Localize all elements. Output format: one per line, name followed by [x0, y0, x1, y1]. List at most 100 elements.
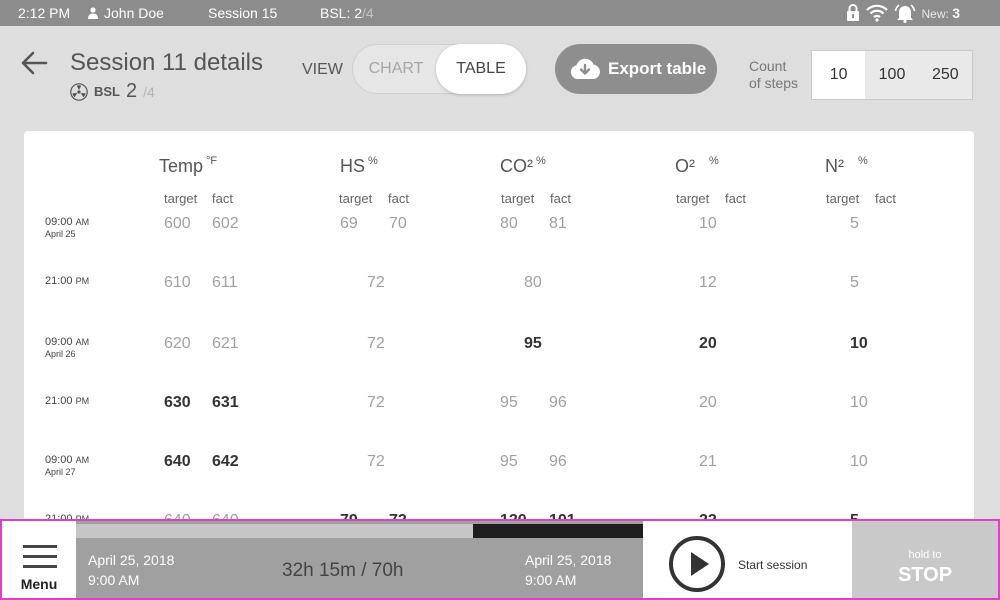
status-user: John Doe — [88, 5, 164, 21]
play-icon — [669, 536, 725, 592]
status-icons: New: 3 — [846, 3, 960, 23]
temp-target-label: target — [164, 191, 198, 206]
n2-cell: 10 — [850, 394, 868, 411]
row-date: April 27 — [45, 467, 76, 477]
column-temp-unit: °F — [206, 155, 218, 167]
hold-label: hold to — [908, 549, 942, 561]
page-title: Session 11 details — [70, 49, 264, 76]
co2-fact-cell: 81 — [549, 215, 567, 232]
n2-cell: 10 — [850, 335, 868, 352]
column-o2-name: O² — [675, 156, 695, 176]
temp-target-cell: 630 — [164, 394, 191, 411]
view-toggle[interactable]: CHART TABLE — [352, 44, 526, 94]
hs-fact-label: fact — [388, 191, 409, 206]
lock-icon — [846, 4, 859, 21]
row-time: 09:00 AM April 25 — [45, 216, 89, 239]
column-temp: Temp °F — [159, 155, 217, 177]
menu-label: Menu — [20, 576, 58, 592]
hs-cell: 72 — [367, 394, 385, 411]
o2-cell: 21 — [699, 453, 717, 470]
count-steps-selector[interactable]: 10 100 250 — [811, 50, 973, 100]
hs-cell: 72 — [367, 453, 385, 470]
hold-to-stop-button[interactable]: hold to STOP — [852, 521, 998, 598]
new-label: New: — [921, 7, 949, 21]
hs-cell: 72 — [367, 274, 385, 291]
hs-target-cell: 69 — [340, 215, 358, 232]
hs-target-label: target — [339, 191, 373, 206]
column-co2-name: CO² — [500, 156, 533, 176]
bsl-value: 2 — [126, 80, 138, 102]
column-n2: N²% — [825, 155, 868, 177]
cloud-download-icon — [570, 58, 600, 79]
o2-cell: 10 — [699, 215, 717, 232]
o2-cell: 12 — [699, 274, 717, 291]
status-bsl: BSL: 2/4 — [320, 5, 374, 21]
column-hs-name: HS — [340, 156, 366, 176]
row-time-ampm: PM — [75, 276, 90, 286]
view-label: VIEW — [302, 61, 343, 78]
status-time: 2:12 PM — [18, 5, 71, 21]
menu-button[interactable]: Menu — [2, 521, 76, 598]
row-time: 09:00 AM April 26 — [45, 336, 89, 359]
co2-cell: 95 — [524, 335, 542, 352]
co2-target-cell: 95 — [500, 394, 518, 411]
session-timeline[interactable]: April 25, 2018 9:00 AM 32h 15m / 70h Apri… — [76, 521, 643, 598]
view-table-button[interactable]: TABLE — [436, 44, 526, 94]
timeline-end: April 25, 2018 9:00 AM — [525, 550, 611, 590]
count-option-100[interactable]: 100 — [865, 51, 918, 99]
new-count: 3 — [952, 5, 960, 21]
column-o2: O²% — [675, 155, 719, 177]
session-table: Temp °F HS% CO²% O²% N²% target fact targ… — [24, 131, 974, 531]
export-table-button[interactable]: Export table — [555, 44, 717, 94]
row-time: 09:00 AM April 27 — [45, 454, 89, 477]
co2-fact-cell: 96 — [549, 453, 567, 470]
temp-fact-cell: 631 — [212, 394, 239, 411]
column-o2-unit: % — [709, 155, 719, 167]
column-hs-unit: % — [368, 155, 378, 167]
n2-cell: 5 — [850, 215, 859, 232]
row-time-ampm: AM — [75, 455, 90, 465]
back-arrow-icon[interactable] — [20, 50, 48, 76]
row-date: April 26 — [45, 349, 76, 359]
temp-fact-label: fact — [212, 191, 233, 206]
timeline-start: April 25, 2018 9:00 AM — [88, 550, 174, 590]
o2-target-label: target — [676, 191, 710, 206]
row-time-value: 09:00 — [45, 216, 73, 228]
bsl-total: /4 — [143, 83, 155, 100]
status-bar: 2:12 PM John Doe Session 15 BSL: 2/4 New… — [0, 0, 1000, 26]
column-temp-name: Temp — [159, 156, 204, 176]
column-n2-name: N² — [825, 156, 844, 176]
co2-target-label: target — [501, 191, 535, 206]
status-bsl-total: /4 — [362, 5, 374, 21]
count-label-line2: of steps — [749, 75, 799, 91]
co2-fact-cell: 96 — [549, 394, 567, 411]
stop-label: STOP — [897, 564, 953, 586]
n2-cell: 5 — [850, 274, 859, 291]
start-time: 9:00 AM — [88, 572, 140, 588]
temp-target-cell: 610 — [164, 274, 191, 291]
row-time-ampm: AM — [75, 337, 90, 347]
new-notifications[interactable]: New: 3 — [922, 5, 960, 21]
wifi-icon[interactable] — [865, 4, 888, 22]
user-icon — [88, 7, 98, 19]
hamburger-icon — [23, 545, 57, 575]
co2-target-cell: 95 — [500, 453, 518, 470]
count-label-line1: Count — [749, 58, 787, 74]
column-co2: CO²% — [500, 155, 546, 177]
row-time-value: 21:00 — [45, 275, 73, 287]
row-time-value: 09:00 — [45, 454, 73, 466]
count-option-10[interactable]: 10 — [812, 51, 866, 99]
bell-icon[interactable] — [894, 3, 916, 23]
co2-cell: 80 — [524, 274, 542, 291]
view-chart-button[interactable]: CHART — [353, 45, 439, 93]
row-time: 21:00 PM — [45, 275, 89, 287]
row-time-value: 09:00 — [45, 336, 73, 348]
timeline-duration: 32h 15m / 70h — [282, 560, 404, 581]
session-bsl: BSL 2 /4 — [70, 80, 155, 103]
hs-fact-cell: 70 — [389, 215, 407, 232]
start-session-button[interactable]: Start session — [643, 521, 852, 598]
count-option-250[interactable]: 250 — [919, 51, 972, 99]
row-date: April 25 — [45, 229, 76, 239]
n2-fact-label: fact — [875, 191, 896, 206]
o2-cell: 20 — [699, 394, 717, 411]
